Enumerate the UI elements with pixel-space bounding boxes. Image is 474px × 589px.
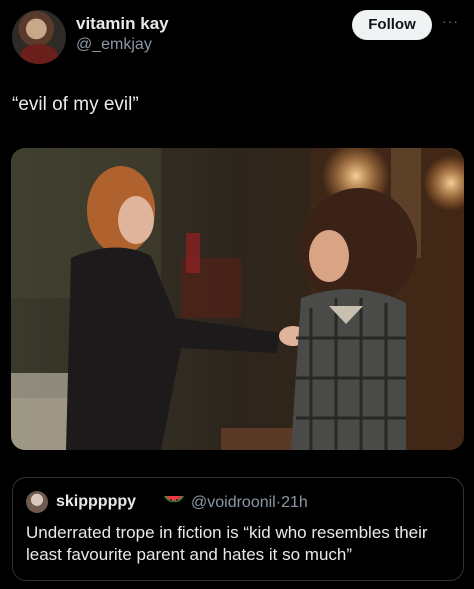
follow-button[interactable]: Follow <box>352 10 432 40</box>
post-header: vitamin kay @_emkjay Follow ··· <box>0 0 474 70</box>
avatar[interactable] <box>12 10 66 64</box>
quote-avatar[interactable] <box>26 491 48 513</box>
quote-display-name[interactable]: skipppppy <box>56 493 136 511</box>
author-display-name[interactable]: vitamin kay <box>76 14 169 34</box>
movie-still-illustration <box>11 148 464 450</box>
more-options-icon[interactable]: ··· <box>442 14 464 28</box>
post-image[interactable] <box>11 148 464 450</box>
quote-text: Underrated trope in fiction is “kid who … <box>26 523 428 564</box>
quote-timestamp: 21h <box>281 494 308 511</box>
author-handle[interactable]: @_emkjay <box>76 36 152 54</box>
quoted-post[interactable]: skipppppy @voidroonil·21h Underrated tro… <box>12 477 464 581</box>
quote-handle: @voidroonil <box>191 494 276 511</box>
watermelon-icon <box>164 496 184 503</box>
quote-handle-and-time[interactable]: @voidroonil·21h <box>191 494 308 512</box>
post-text: “evil of my evil” <box>12 94 139 115</box>
